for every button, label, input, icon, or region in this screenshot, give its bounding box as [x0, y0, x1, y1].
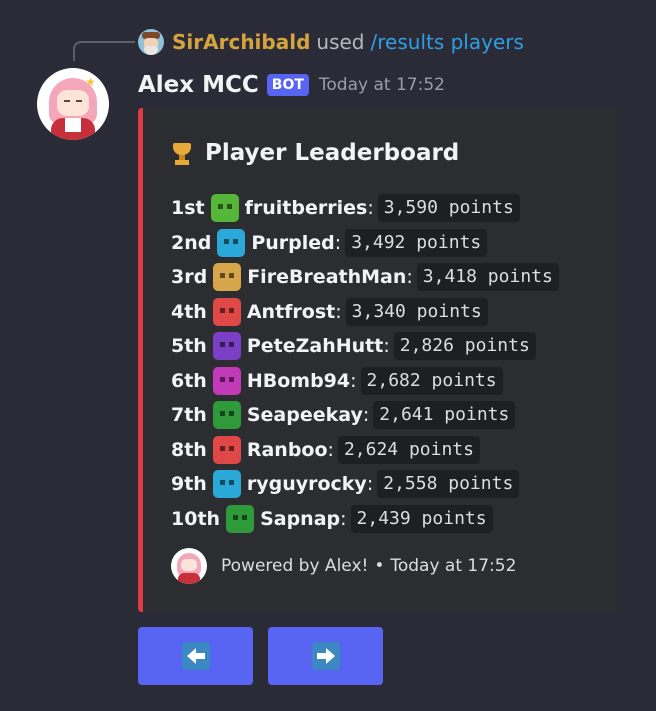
- row-colon: :: [367, 197, 374, 220]
- row-rank: 1st: [171, 197, 205, 220]
- row-rank: 4th: [171, 300, 207, 323]
- row-points: 3,340 points: [345, 297, 488, 326]
- row-colon: :: [366, 473, 374, 496]
- player-head-icon: [212, 332, 241, 361]
- command-reply[interactable]: SirArchibald used /results players: [138, 28, 524, 56]
- row-player-name: Ranboo: [246, 438, 328, 461]
- row-player-name: Antfrost: [246, 300, 336, 323]
- player-head-icon: [217, 228, 246, 257]
- leaderboard-row: 8th Ranboo:2,624 points: [171, 433, 559, 468]
- row-points: 2,682 points: [360, 366, 503, 395]
- row-rank: 7th: [171, 404, 207, 427]
- leaderboard-row: 5th PeteZahHutt:2,826 points: [171, 329, 559, 364]
- player-head-icon: [212, 470, 241, 499]
- footer-avatar-icon: [171, 548, 207, 584]
- arrow-left-icon: [181, 642, 210, 670]
- reply-connector: [73, 41, 135, 61]
- row-player-name: FireBreathMan: [247, 266, 407, 289]
- embed-title-text: Player Leaderboard: [205, 140, 460, 166]
- row-colon: :: [335, 300, 342, 323]
- leaderboard-row: 6th HBomb94:2,682 points: [171, 364, 559, 399]
- message-timestamp: Today at 17:52: [318, 75, 445, 95]
- player-head-icon: [212, 401, 241, 430]
- player-head-icon: [212, 435, 241, 464]
- row-rank: 3rd: [171, 266, 208, 289]
- row-player-name: ryguyrocky: [246, 473, 367, 496]
- message-header: Alex MCC BOT Today at 17:52: [138, 70, 445, 100]
- row-colon: :: [350, 369, 357, 392]
- leaderboard-row: 9th ryguyrocky:2,558 points: [171, 467, 559, 502]
- row-points: 3,590 points: [377, 194, 520, 223]
- footer-timestamp: Today at 17:52: [390, 556, 517, 576]
- previous-page-button[interactable]: [138, 627, 253, 685]
- row-points: 2,624 points: [337, 435, 480, 464]
- row-colon: :: [334, 231, 342, 254]
- row-points: 2,558 points: [377, 470, 520, 499]
- leaderboard-row: 2nd Purpled:3,492 points: [171, 226, 559, 261]
- leaderboard-row: 4th Antfrost:3,340 points: [171, 295, 559, 330]
- leaderboard-row: 10th Sapnap:2,439 points: [171, 502, 559, 537]
- bot-badge: BOT: [266, 74, 309, 96]
- leaderboard-row: 1st fruitberries:3,590 points: [171, 191, 559, 226]
- leaderboard-embed: Player Leaderboard 1st fruitberries:3,590…: [138, 108, 620, 612]
- leaderboard-list: 1st fruitberries:3,590 points 2nd Purpled:3…: [171, 191, 559, 536]
- row-player-name: fruitberries: [244, 197, 368, 220]
- footer-separator: •: [374, 556, 385, 576]
- player-head-icon: [226, 504, 255, 533]
- reply-username[interactable]: SirArchibald: [172, 30, 310, 54]
- row-rank: 9th: [171, 473, 207, 496]
- row-player-name: Sapnap: [260, 507, 341, 530]
- player-head-icon: [212, 297, 241, 326]
- trophy-icon: [171, 141, 193, 165]
- arrow-right-icon: [311, 642, 340, 670]
- row-points: 2,641 points: [373, 401, 516, 430]
- leaderboard-row: 7th Seapeekay:2,641 points: [171, 398, 559, 433]
- embed-footer: Powered by Alex! • Today at 17:52: [171, 548, 516, 584]
- row-player-name: HBomb94: [246, 369, 351, 392]
- next-page-button[interactable]: [268, 627, 383, 685]
- row-player-name: Purpled: [251, 231, 335, 254]
- row-points: 3,418 points: [416, 263, 559, 292]
- row-colon: :: [383, 335, 390, 358]
- row-colon: :: [406, 266, 413, 289]
- row-rank: 6th: [171, 369, 207, 392]
- row-rank: 8th: [171, 438, 207, 461]
- player-head-icon: [213, 263, 242, 292]
- embed-title: Player Leaderboard: [171, 140, 459, 166]
- row-colon: :: [340, 507, 347, 530]
- row-player-name: Seapeekay: [246, 404, 363, 427]
- row-colon: :: [327, 438, 334, 461]
- message: SirArchibald used /results players ★ Ale…: [0, 0, 656, 711]
- row-rank: 2nd: [171, 231, 212, 254]
- row-rank: 5th: [171, 335, 207, 358]
- row-points: 3,492 points: [345, 228, 488, 257]
- leaderboard-row: 3rd FireBreathMan:3,418 points: [171, 260, 559, 295]
- bot-avatar[interactable]: ★: [37, 68, 109, 140]
- row-colon: :: [362, 404, 370, 427]
- row-points: 2,826 points: [393, 332, 536, 361]
- reply-user-avatar[interactable]: [138, 29, 164, 55]
- row-rank: 10th: [171, 507, 221, 530]
- row-points: 2,439 points: [350, 504, 493, 533]
- author-name[interactable]: Alex MCC: [138, 72, 259, 98]
- player-head-icon: [210, 194, 239, 223]
- footer-text: Powered by Alex!: [221, 556, 369, 576]
- reply-used-label: used: [316, 30, 365, 54]
- player-head-icon: [212, 366, 241, 395]
- row-player-name: PeteZahHutt: [246, 335, 384, 358]
- reply-command[interactable]: /results players: [371, 30, 524, 54]
